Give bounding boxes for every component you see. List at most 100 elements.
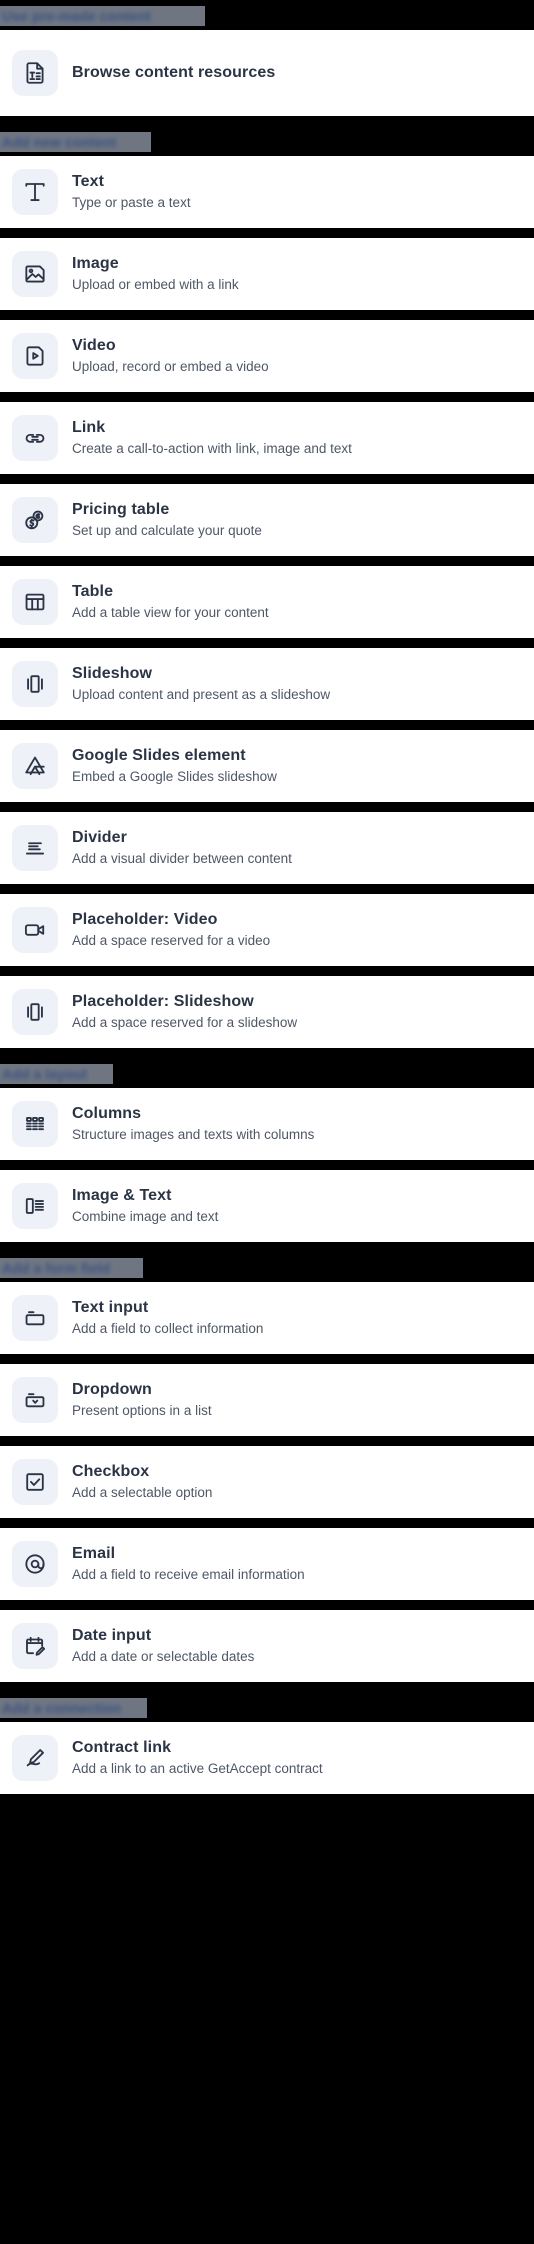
content-block-title: Placeholder: Slideshow xyxy=(72,992,254,1010)
video-camera-icon xyxy=(12,907,58,953)
content-block-text: Dropdown Present options in a list xyxy=(72,1380,212,1420)
section-heading: Add new content xyxy=(0,126,534,156)
google-drive-icon xyxy=(12,743,58,789)
content-block-option[interactable]: Date input Add a date or selectable dates xyxy=(0,1610,534,1682)
coins-currency-icon xyxy=(12,497,58,543)
content-block-title: Dropdown xyxy=(72,1380,152,1398)
content-block-option[interactable]: Image & Text Combine image and text xyxy=(0,1170,534,1242)
content-block-title: Columns xyxy=(72,1104,142,1122)
content-block-subtitle: Add a link to an active GetAccept contra… xyxy=(72,1760,323,1776)
slideshow-icon xyxy=(12,661,58,707)
content-block-subtitle: Upload, record or embed a video xyxy=(72,358,269,374)
section-heading: Add a layout xyxy=(0,1058,534,1088)
section-heading-label: Add a layout xyxy=(2,1066,88,1082)
content-block-subtitle: Upload content and present as a slidesho… xyxy=(72,686,331,702)
content-block-title: Divider xyxy=(72,828,127,846)
content-block-subtitle: Add a visual divider between content xyxy=(72,850,292,866)
section-heading-redaction: Add a connection xyxy=(0,1698,147,1718)
content-block-subtitle: Structure images and texts with columns xyxy=(72,1126,315,1142)
content-block-subtitle: Combine image and text xyxy=(72,1208,219,1224)
divider-icon xyxy=(12,825,58,871)
content-block-text: Slideshow Upload content and present as a… xyxy=(72,664,330,704)
content-block-option[interactable]: Contract link Add a link to an active Get… xyxy=(0,1722,534,1794)
content-block-text: Date input Add a date or selectable dates xyxy=(72,1626,254,1666)
content-block-subtitle: Add a field to collect information xyxy=(72,1320,264,1336)
content-block-option[interactable]: Google Slides element Embed a Google Slid… xyxy=(0,730,534,802)
section-heading-label: Add a form field xyxy=(2,1260,111,1276)
content-block-subtitle: Add a selectable option xyxy=(72,1484,213,1500)
content-block-option[interactable]: Placeholder: Video Add a space reserved f… xyxy=(0,894,534,966)
list-gap xyxy=(0,310,534,320)
content-block-option[interactable]: Text Type or paste a text xyxy=(0,156,534,228)
content-block-option[interactable]: Placeholder: Slideshow Add a space reserv… xyxy=(0,976,534,1048)
list-gap xyxy=(0,1160,534,1170)
content-block-subtitle: Add a space reserved for a video xyxy=(72,932,271,948)
content-block-option[interactable]: Dropdown Present options in a list xyxy=(0,1364,534,1436)
content-block-title: Google Slides element xyxy=(72,746,246,764)
content-block-title: Slideshow xyxy=(72,664,153,682)
content-block-text: Checkbox Add a selectable option xyxy=(72,1462,212,1502)
content-block-picker: Use pre-made content Browse content resou… xyxy=(0,0,534,1804)
content-block-title: Contract link xyxy=(72,1738,172,1756)
section-heading-redaction: Add new content xyxy=(0,132,151,152)
content-block-subtitle: Upload or embed with a link xyxy=(72,276,239,292)
list-gap xyxy=(0,116,534,126)
content-block-title: Email xyxy=(72,1544,116,1562)
list-gap xyxy=(0,1794,534,1804)
content-block-option[interactable]: Video Upload, record or embed a video xyxy=(0,320,534,392)
content-block-title: Table xyxy=(72,582,114,600)
content-block-option[interactable]: Link Create a call-to-action with link, i… xyxy=(0,402,534,474)
content-block-text: Video Upload, record or embed a video xyxy=(72,336,269,376)
list-gap xyxy=(0,1242,534,1252)
content-block-option[interactable]: Browse content resources xyxy=(0,30,534,116)
slideshow-icon xyxy=(12,989,58,1035)
content-block-option[interactable]: Text input Add a field to collect informa… xyxy=(0,1282,534,1354)
section-heading-label: Add new content xyxy=(2,134,117,150)
list-gap xyxy=(0,1354,534,1364)
content-block-title: Image & Text xyxy=(72,1186,172,1204)
content-block-text: Table Add a table view for your content xyxy=(72,582,269,622)
list-gap xyxy=(0,1048,534,1058)
content-block-option[interactable]: Slideshow Upload content and present as a… xyxy=(0,648,534,720)
content-block-option[interactable]: Email Add a field to receive email inform… xyxy=(0,1528,534,1600)
content-block-text: Text Type or paste a text xyxy=(72,172,191,212)
content-block-title: Image xyxy=(72,254,119,272)
list-gap xyxy=(0,966,534,976)
content-block-option[interactable]: Checkbox Add a selectable option xyxy=(0,1446,534,1518)
section-heading-redaction: Use pre-made content xyxy=(0,6,205,26)
content-block-text: Browse content resources xyxy=(72,63,275,83)
list-gap xyxy=(0,638,534,648)
content-block-text: Email Add a field to receive email inform… xyxy=(72,1544,305,1584)
content-block-subtitle: Add a table view for your content xyxy=(72,604,269,620)
content-block-option[interactable]: Divider Add a visual divider between cont… xyxy=(0,812,534,884)
list-gap xyxy=(0,1518,534,1528)
content-block-subtitle: Embed a Google Slides slideshow xyxy=(72,768,277,784)
text-input-icon xyxy=(12,1295,58,1341)
document-text-icon xyxy=(12,50,58,96)
content-block-text: Image Upload or embed with a link xyxy=(72,254,239,294)
content-block-text: Divider Add a visual divider between cont… xyxy=(72,828,292,868)
section-heading: Add a form field xyxy=(0,1252,534,1282)
section-heading-label: Use pre-made content xyxy=(2,8,152,24)
table-icon xyxy=(12,579,58,625)
list-gap xyxy=(0,720,534,730)
list-gap xyxy=(0,884,534,894)
content-block-title: Link xyxy=(72,418,106,436)
content-block-subtitle: Add a space reserved for a slideshow xyxy=(72,1014,298,1030)
content-block-title: Date input xyxy=(72,1626,152,1644)
content-block-option[interactable]: Table Add a table view for your content xyxy=(0,566,534,638)
content-block-option[interactable]: Pricing table Set up and calculate your q… xyxy=(0,484,534,556)
content-block-option[interactable]: Columns Structure images and texts with c… xyxy=(0,1088,534,1160)
checkbox-icon xyxy=(12,1459,58,1505)
content-block-text: Placeholder: Slideshow Add a space reserv… xyxy=(72,992,297,1032)
content-block-title: Checkbox xyxy=(72,1462,150,1480)
section-heading-label: Add a connection xyxy=(2,1700,122,1716)
dropdown-icon xyxy=(12,1377,58,1423)
list-gap xyxy=(0,802,534,812)
content-block-subtitle: Type or paste a text xyxy=(72,194,191,210)
signature-pen-icon xyxy=(12,1735,58,1781)
content-block-text: Google Slides element Embed a Google Slid… xyxy=(72,746,277,786)
content-block-title: Placeholder: Video xyxy=(72,910,218,928)
content-block-option[interactable]: Image Upload or embed with a link xyxy=(0,238,534,310)
video-file-icon xyxy=(12,333,58,379)
